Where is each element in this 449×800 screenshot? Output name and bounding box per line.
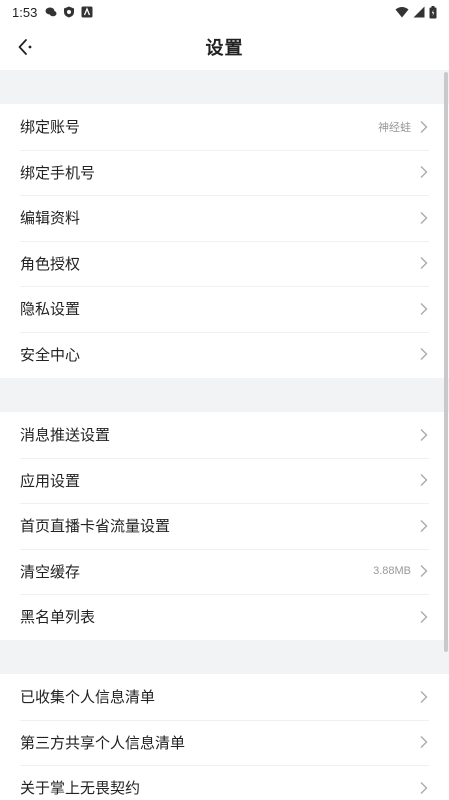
settings-item-clear-cache[interactable]: 清空缓存 3.88MB [0, 548, 449, 595]
chevron-right-icon [420, 736, 428, 749]
status-right [395, 5, 437, 19]
chevron-right-icon [420, 348, 428, 361]
chevron-right-icon [420, 781, 428, 794]
chevron-right-icon [420, 474, 428, 487]
settings-item-app-settings[interactable]: 应用设置 [0, 457, 449, 504]
chevron-right-icon [420, 120, 428, 133]
chevron-right-icon [420, 690, 428, 703]
settings-item-about[interactable]: 关于掌上无畏契约 [0, 765, 449, 800]
section-divider [0, 70, 449, 104]
settings-item-label: 清空缓存 [20, 562, 81, 581]
settings-item-label: 安全中心 [20, 345, 81, 364]
settings-item-label: 角色授权 [20, 254, 81, 273]
chevron-right-icon [420, 610, 428, 623]
status-time: 1:53 [12, 4, 38, 20]
settings-group-account: 绑定账号 神经蛙 绑定手机号 编辑资料 角色授权 隐私设置 安全中心 [0, 104, 449, 377]
scrollbar[interactable] [444, 72, 448, 652]
settings-item-blacklist[interactable]: 黑名单列表 [0, 594, 449, 640]
chevron-right-icon [420, 257, 428, 270]
battery-icon [429, 5, 437, 18]
settings-item-bind-phone[interactable]: 绑定手机号 [0, 149, 449, 196]
settings-item-label: 黑名单列表 [20, 608, 96, 627]
settings-group-app: 消息推送设置 应用设置 首页直播卡省流量设置 清空缓存 3.88MB 黑名单列表 [0, 412, 449, 640]
back-arrow-icon [18, 39, 32, 55]
settings-item-label: 消息推送设置 [20, 426, 111, 445]
chevron-right-icon [420, 166, 428, 179]
settings-item-label: 绑定账号 [20, 118, 81, 137]
settings-item-value: 神经蛙 [378, 121, 411, 134]
settings-item-data-saver[interactable]: 首页直播卡省流量设置 [0, 503, 449, 549]
chat-icon [45, 7, 57, 17]
settings-item-label: 已收集个人信息清单 [20, 688, 156, 707]
settings-item-role-authorization[interactable]: 角色授权 [0, 240, 449, 287]
settings-item-security-center[interactable]: 安全中心 [0, 331, 449, 378]
settings-item-value: 3.88MB [373, 565, 411, 578]
header: 设置 [0, 24, 449, 70]
settings-item-label: 关于掌上无畏契约 [20, 779, 141, 798]
settings-item-label: 首页直播卡省流量设置 [20, 517, 171, 536]
settings-item-collected-info-list[interactable]: 已收集个人信息清单 [0, 674, 449, 720]
shield-icon [64, 6, 75, 18]
settings-item-label: 绑定手机号 [20, 163, 96, 182]
settings-item-edit-profile[interactable]: 编辑资料 [0, 195, 449, 241]
settings-item-label: 应用设置 [20, 471, 81, 490]
status-bar: 1:53 [0, 0, 449, 24]
notification-icons [45, 6, 93, 18]
a-icon [81, 6, 93, 18]
wifi-icon [395, 7, 409, 18]
chevron-right-icon [420, 302, 428, 315]
section-divider [0, 378, 449, 412]
settings-item-push-notifications[interactable]: 消息推送设置 [0, 412, 449, 458]
status-left: 1:53 [12, 5, 93, 20]
chevron-right-icon [420, 211, 428, 224]
settings-group-about: 已收集个人信息清单 第三方共享个人信息清单 关于掌上无畏契约 [0, 674, 449, 800]
signal-icon [413, 6, 425, 18]
chevron-right-icon [420, 519, 428, 532]
page-title: 设置 [205, 38, 244, 59]
settings-item-label: 编辑资料 [20, 209, 81, 228]
settings-item-label: 第三方共享个人信息清单 [20, 733, 186, 752]
settings-item-bind-account[interactable]: 绑定账号 神经蛙 [0, 104, 449, 150]
settings-item-privacy[interactable]: 隐私设置 [0, 286, 449, 332]
back-button[interactable] [8, 30, 42, 64]
section-divider [0, 640, 449, 674]
settings-item-third-party-info-list[interactable]: 第三方共享个人信息清单 [0, 719, 449, 766]
chevron-right-icon [420, 565, 428, 578]
settings-item-label: 隐私设置 [20, 300, 81, 319]
chevron-right-icon [420, 428, 428, 441]
